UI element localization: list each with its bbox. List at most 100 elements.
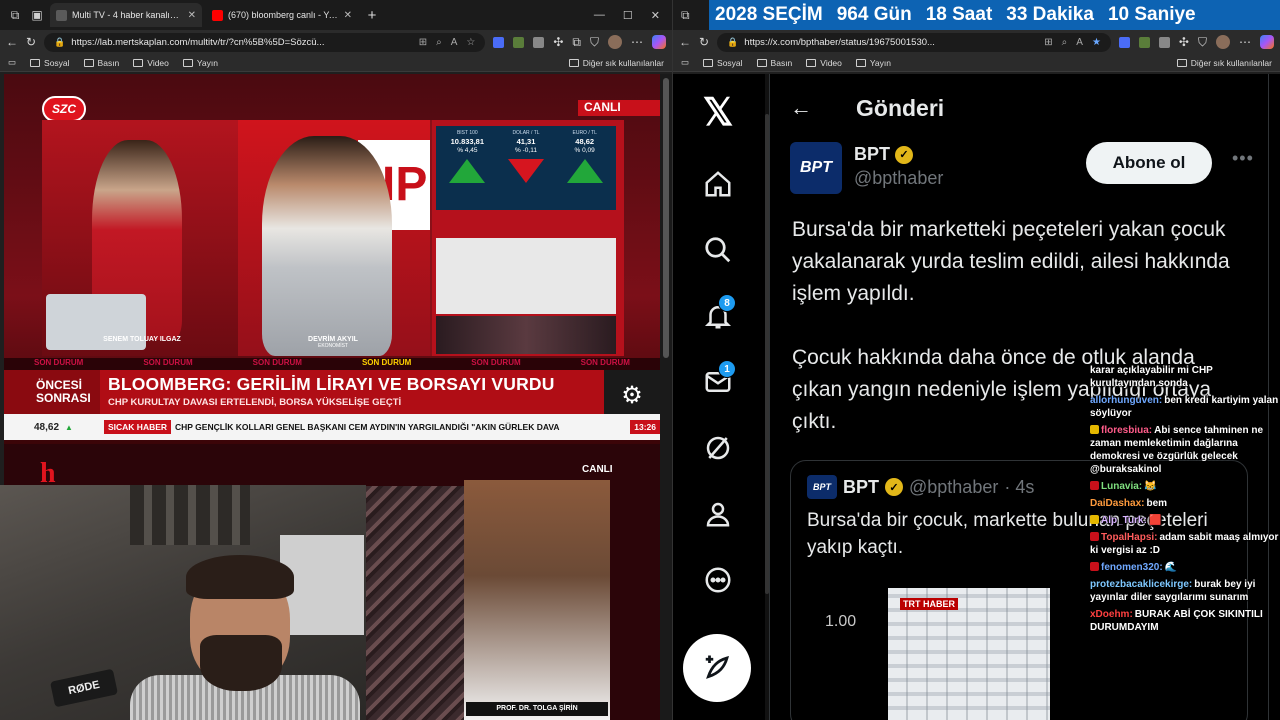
author-display-name[interactable]: BPT ✓ [854,144,943,165]
back-icon[interactable]: ← [6,35,18,49]
copilot-icon[interactable] [1260,35,1274,49]
more-options-icon[interactable]: ••• [1232,148,1254,169]
folder-icon [806,58,817,67]
split-screen-icon[interactable]: ⊞ [1044,37,1052,48]
scroll-thumb[interactable] [663,78,669,358]
collections-icon[interactable]: ⧉ [572,35,581,50]
bookmark-label: Sosyal [717,57,743,68]
market-cell-bist: BIST 100 10.833,81 % 4,45 [440,130,495,206]
notifications-badge: 8 [718,294,736,312]
son-durum-label: SON DURUM [580,358,630,367]
back-arrow-icon[interactable]: ← [790,95,812,121]
chat-username: fenomen320: [1101,562,1163,573]
menu-dots-icon[interactable]: ⋯ [1239,35,1251,49]
bookmark-folder[interactable]: Sosyal [30,58,70,68]
youtube-favicon [212,9,223,21]
chat-message: DaiDashax: bem [1086,497,1280,510]
quoted-video-thumbnail[interactable]: TRT HABER [888,588,1050,720]
workspaces-icon[interactable]: ⧉ [6,6,24,24]
search-icon[interactable] [696,228,740,272]
workspaces-icon[interactable]: ⧉ [681,8,690,23]
url-field[interactable]: 🔒 https://lab.mertskaplan.com/multitv/tr… [44,32,486,52]
post-author: BPT BPT ✓ @bpthaber Abone ol ••• [770,142,1268,204]
new-tab-button[interactable]: + [362,7,382,24]
other-favorites[interactable]: Diğer sık kullanılanlar [1176,58,1272,68]
tab-multitv[interactable]: Multi TV - 4 haber kanalını aynı anda iz… [50,3,202,27]
video-label: 1.00 [825,613,857,630]
extension-icon[interactable] [533,36,545,48]
shield-icon[interactable]: ⛉ [590,35,599,50]
shield-icon[interactable]: ⛉ [1198,35,1207,50]
post-header: ← Gönderi [770,74,1268,142]
x-logo-icon[interactable]: 𝕏 [703,90,734,140]
bookmark-folder[interactable]: Basın [83,58,119,68]
market-change: % -0,11 [515,147,537,154]
bookmark-folder[interactable]: Basın [756,58,792,68]
bookmark-folder[interactable]: Video [806,58,842,68]
left-address-bar: ← ↻ 🔒 https://lab.mertskaplan.com/multit… [0,30,672,54]
halktv-logo: h [40,458,56,489]
minimize-icon[interactable]: — [594,9,605,22]
tab-actions-icon[interactable]: ▣ [28,6,46,24]
favorite-star-icon[interactable]: ★ [1092,37,1101,48]
read-aloud-icon[interactable]: A [1076,37,1083,48]
messages-envelope-icon[interactable]: 1 [696,360,740,404]
maximize-icon[interactable]: ☐ [623,9,633,22]
other-favorites[interactable]: Diğer sık kullanılanlar [568,58,664,68]
bookmarks-toggle-icon[interactable]: ▭ [681,57,689,68]
ticker-time: 13:26 [630,420,660,434]
guest-video [464,480,610,720]
back-icon[interactable]: ← [679,35,691,49]
split-screen-icon[interactable]: ⊞ [419,37,427,48]
refresh-icon[interactable]: ↻ [699,35,709,49]
favorite-star-icon[interactable]: ☆ [466,37,475,48]
refresh-icon[interactable]: ↻ [26,35,36,49]
profile-avatar[interactable] [608,35,622,49]
zoom-icon[interactable]: ⌕ [1062,37,1068,48]
grok-icon[interactable] [696,426,740,470]
szc-stream[interactable]: SZC CANLI SENEM TOLUAY ILGAZ HP DEVRİM A… [4,74,660,444]
menu-dots-icon[interactable]: ⋯ [631,35,643,49]
microphone: RØDE [49,668,119,708]
segment-label: ÖNCESİ SONRASI [4,370,100,414]
chat-message: protezbacaklicekirge: burak bey iyi yayın… [1086,578,1280,604]
extension-icon[interactable] [1118,36,1130,48]
author-handle[interactable]: @bpthaber [854,168,943,189]
extension-icon[interactable] [513,36,525,48]
close-tab-icon[interactable]: ✕ [344,10,352,21]
extension-icon[interactable] [1138,36,1150,48]
home-icon[interactable] [696,162,740,206]
notifications-bell-icon[interactable]: 8 [696,294,740,338]
szc-logo: SZC [42,96,86,122]
bookmark-folder[interactable]: Yayın [182,58,218,68]
tab-youtube[interactable]: (670) bloomberg canlı - YouTube ✕ [206,3,358,27]
market-value: 48,62 [575,137,595,146]
author-avatar[interactable]: BPT [790,142,842,194]
read-aloud-icon[interactable]: A [451,37,458,48]
extensions-puzzle-icon[interactable]: ✣ [1179,35,1189,49]
close-window-icon[interactable]: ✕ [651,9,660,22]
bookmark-folder[interactable]: Sosyal [703,58,743,68]
close-tab-icon[interactable]: ✕ [188,10,196,21]
url-field[interactable]: 🔒 https://x.com/bpthaber/status/19675001… [717,32,1111,52]
more-circle-icon[interactable] [696,558,740,602]
profile-icon[interactable] [696,492,740,536]
bookmark-folder[interactable]: Video [133,58,169,68]
bookmarks-toggle-icon[interactable]: ▭ [8,57,16,68]
zoom-icon[interactable]: ⌕ [436,37,442,48]
compose-post-button[interactable] [683,634,751,702]
extensions-puzzle-icon[interactable]: ✣ [553,35,563,49]
chat-username: protezbacaklicekirge: [1090,579,1193,590]
bookmark-folder[interactable]: Yayın [855,58,891,68]
extension-icon[interactable] [1158,36,1170,48]
son-durum-label: SON DURUM [252,358,302,367]
copilot-icon[interactable] [652,35,666,49]
emote-icon: 🌊 [1164,562,1178,573]
left-scrollbar[interactable] [660,74,672,720]
market-value: 41,31 [516,137,536,146]
subscribe-button[interactable]: Abone ol [1086,142,1212,184]
profile-avatar[interactable] [1216,35,1230,49]
chat-username: floresbiua: [1101,425,1153,436]
settings-gear-icon[interactable]: ⚙ [604,370,660,420]
extension-icon[interactable] [493,36,505,48]
